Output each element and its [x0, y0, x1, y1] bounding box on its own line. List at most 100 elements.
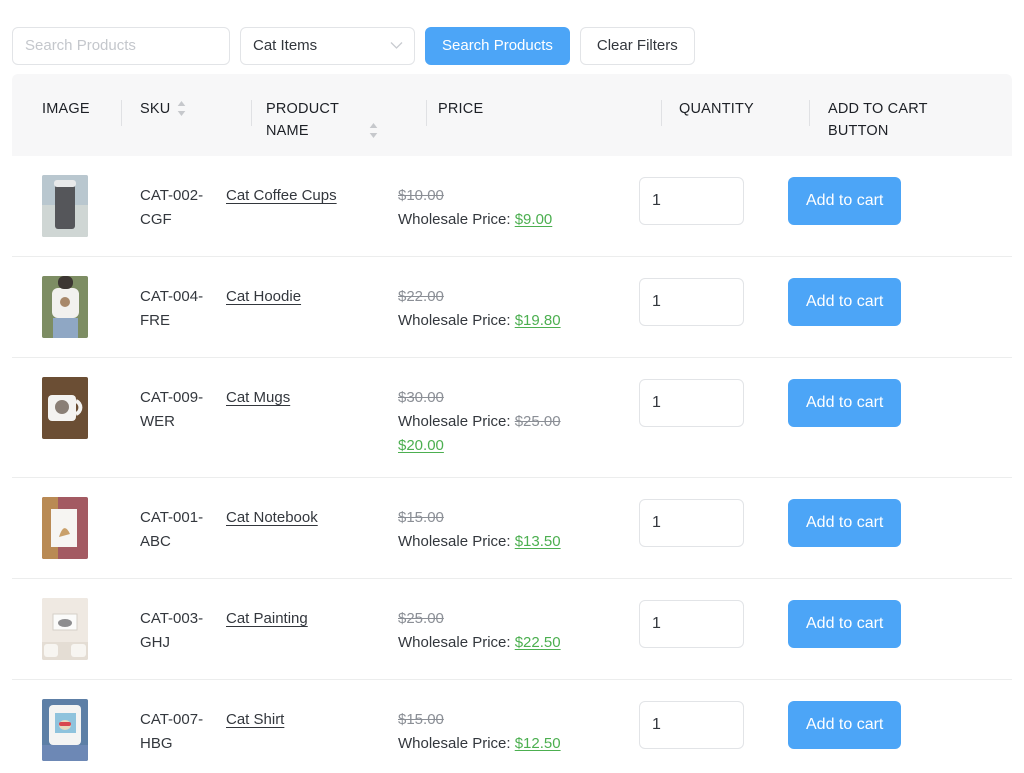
cell-price: $10.00 Wholesale Price: $9.00	[387, 175, 622, 232]
cell-sku: CAT-002-CGF	[140, 187, 204, 228]
cat-painting-thumbnail[interactable]	[42, 598, 88, 660]
cell-add-to-cart: Add to cart	[770, 699, 972, 749]
product-name-link[interactable]: Cat Hoodie	[226, 288, 301, 305]
add-to-cart-button[interactable]: Add to cart	[788, 379, 902, 427]
original-price: $15.00	[398, 509, 444, 526]
table-body: CAT-002-CGF Cat Coffee Cups $10.00 Wholesal…	[12, 156, 1012, 773]
add-to-cart-button[interactable]: Add to cart	[788, 177, 902, 225]
wholesale-price-line: Wholesale Price: $19.80	[398, 312, 561, 329]
quantity-input[interactable]	[639, 379, 744, 427]
wholesale-price-final[interactable]: $13.50	[515, 533, 561, 550]
table-row: CAT-004-FRE Cat Hoodie $22.00 Wholesale Pri…	[12, 257, 1012, 358]
category-select-wrapper: Cat Items	[240, 26, 415, 65]
table-row: CAT-002-CGF Cat Coffee Cups $10.00 Wholesal…	[12, 156, 1012, 257]
product-name-link[interactable]: Cat Painting	[226, 610, 308, 627]
cell-sku: CAT-009-WER	[140, 389, 204, 430]
cell-price: $25.00 Wholesale Price: $22.50	[387, 598, 622, 655]
wholesale-price-struck: $25.00	[514, 413, 561, 430]
wholesale-price-final[interactable]: $20.00	[398, 434, 622, 458]
column-divider	[809, 100, 810, 126]
column-divider	[426, 100, 427, 126]
product-name-link[interactable]: Cat Mugs	[226, 389, 290, 406]
cell-image	[12, 175, 122, 237]
original-price: $10.00	[398, 187, 444, 204]
cell-sku: CAT-007-HBG	[140, 711, 204, 752]
product-name-link[interactable]: Cat Notebook	[226, 509, 318, 526]
cell-product-name: Cat Notebook	[212, 497, 387, 530]
cat-hoodie-thumbnail[interactable]	[42, 276, 88, 338]
column-divider	[661, 100, 662, 126]
cell-add-to-cart: Add to cart	[770, 377, 972, 427]
products-table: IMAGE SKU PRODUCT NAME PRICE QUANTITY AD…	[12, 74, 1012, 773]
column-header-add-to-cart: ADD TO CART BUTTON	[809, 98, 1012, 156]
original-price: $22.00	[398, 288, 444, 305]
product-listing-page: Cat Items Search Products Clear Filters …	[0, 0, 1024, 773]
wholesale-price-line: Wholesale Price: $25.00	[398, 413, 561, 430]
cell-image	[12, 377, 122, 439]
sort-arrows-icon[interactable]	[176, 100, 187, 121]
wholesale-price-line: Wholesale Price: $22.50	[398, 634, 561, 651]
cell-image	[12, 497, 122, 559]
quantity-input[interactable]	[639, 278, 744, 326]
table-row: CAT-009-WER Cat Mugs $30.00 Wholesale Price…	[12, 358, 1012, 478]
cell-add-to-cart: Add to cart	[770, 276, 972, 326]
search-products-button[interactable]: Search Products	[425, 26, 570, 65]
cat-shirt-thumbnail[interactable]	[42, 699, 88, 761]
clear-filters-button[interactable]: Clear Filters	[579, 26, 695, 65]
cat-coffee-cup-thumbnail[interactable]	[42, 175, 88, 237]
table-row: CAT-003-GHJ Cat Painting $25.00 Wholesale P…	[12, 579, 1012, 680]
cat-mug-thumbnail[interactable]	[42, 377, 88, 439]
add-to-cart-button[interactable]: Add to cart	[788, 278, 902, 326]
cell-quantity	[622, 598, 770, 648]
column-divider	[121, 100, 122, 126]
filter-bar: Cat Items Search Products Clear Filters	[0, 0, 1024, 74]
wholesale-price-final[interactable]: $9.00	[515, 211, 553, 228]
cell-product-name: Cat Hoodie	[212, 276, 387, 309]
cell-product-name: Cat Coffee Cups	[212, 175, 387, 208]
add-to-cart-button[interactable]: Add to cart	[788, 701, 902, 749]
add-to-cart-button[interactable]: Add to cart	[788, 600, 902, 648]
product-name-link[interactable]: Cat Coffee Cups	[226, 187, 337, 204]
cell-sku: CAT-001-ABC	[140, 509, 204, 550]
cell-price: $15.00 Wholesale Price: $12.50	[387, 699, 622, 756]
column-header-quantity: QUANTITY	[661, 98, 810, 156]
column-divider	[251, 100, 252, 126]
column-header-product-name[interactable]: PRODUCT NAME	[251, 98, 427, 156]
original-price: $30.00	[398, 389, 444, 406]
cell-quantity	[622, 699, 770, 749]
quantity-input[interactable]	[639, 701, 744, 749]
add-to-cart-button[interactable]: Add to cart	[788, 499, 902, 547]
wholesale-price-final[interactable]: $19.80	[515, 312, 561, 329]
cell-product-name: Cat Painting	[212, 598, 387, 631]
cell-sku: CAT-003-GHJ	[140, 610, 204, 651]
cell-add-to-cart: Add to cart	[770, 598, 972, 648]
quantity-input[interactable]	[639, 177, 744, 225]
sort-arrows-icon[interactable]	[368, 122, 379, 143]
cell-quantity	[622, 377, 770, 427]
cell-quantity	[622, 175, 770, 225]
original-price: $15.00	[398, 711, 444, 728]
wholesale-price-final[interactable]: $22.50	[515, 634, 561, 651]
wholesale-price-line: Wholesale Price: $9.00	[398, 211, 553, 228]
cell-quantity	[622, 276, 770, 326]
cat-notebook-thumbnail[interactable]	[42, 497, 88, 559]
search-input[interactable]	[12, 26, 230, 65]
column-header-sku[interactable]: SKU	[121, 98, 252, 156]
quantity-input[interactable]	[639, 499, 744, 547]
column-header-price: PRICE	[426, 98, 662, 156]
original-price: $25.00	[398, 610, 444, 627]
cell-image	[12, 598, 122, 660]
cell-sku: CAT-004-FRE	[140, 288, 204, 329]
product-name-link[interactable]: Cat Shirt	[226, 711, 284, 728]
cell-price: $15.00 Wholesale Price: $13.50	[387, 497, 622, 554]
cell-price: $30.00 Wholesale Price: $25.00 $20.00	[387, 377, 622, 458]
cell-add-to-cart: Add to cart	[770, 175, 972, 225]
category-select[interactable]: Cat Items	[240, 26, 415, 65]
column-header-image: IMAGE	[42, 101, 90, 117]
table-row: CAT-001-ABC Cat Notebook $15.00 Wholesale P…	[12, 478, 1012, 579]
quantity-input[interactable]	[639, 600, 744, 648]
cell-image	[12, 276, 122, 338]
cell-price: $22.00 Wholesale Price: $19.80	[387, 276, 622, 333]
wholesale-price-final[interactable]: $12.50	[515, 735, 561, 752]
cell-quantity	[622, 497, 770, 547]
